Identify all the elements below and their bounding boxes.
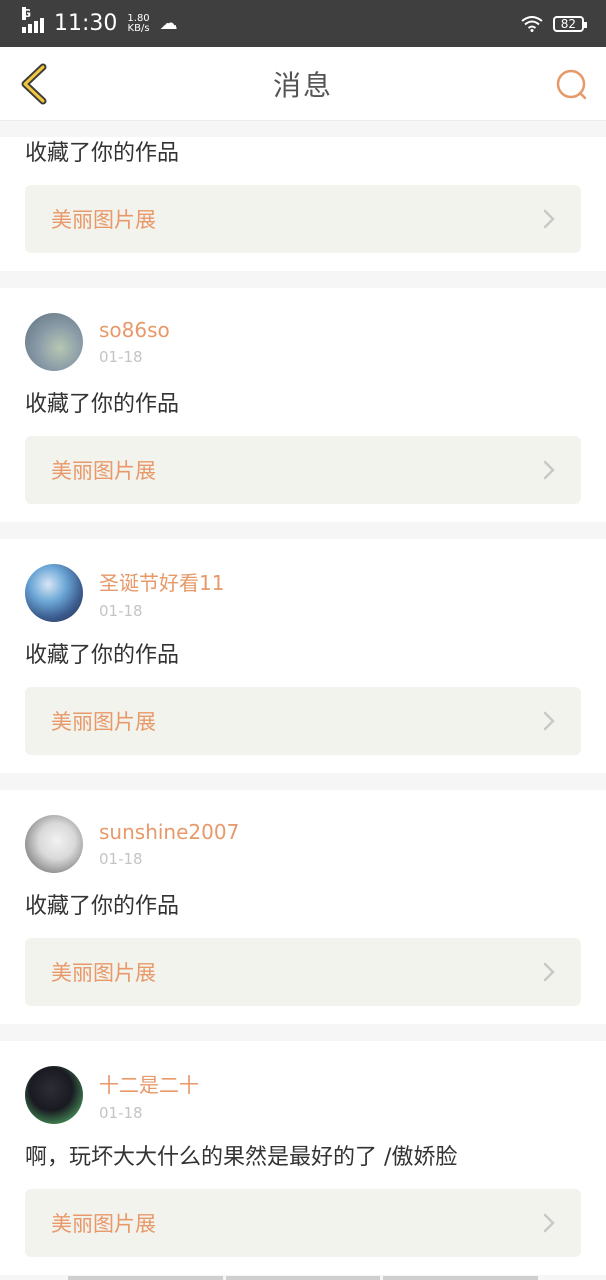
user-row[interactable]: 圣诞节好看11 01-18 — [25, 539, 581, 623]
back-button[interactable] — [14, 61, 54, 107]
message-text: 收藏了你的作品 — [25, 643, 180, 668]
work-title: 美丽图片展 — [51, 710, 156, 734]
signal-icon: G — [22, 6, 44, 33]
page-title: 消息 — [272, 68, 333, 102]
status-left: G 11:30 1.80 KB/s ☁ — [22, 6, 178, 36]
clock: 11:30 — [54, 11, 118, 36]
message-text: 啊，玩坏大大什么的果然是最好的了 /傲娇脸 — [25, 1145, 458, 1170]
date: 01-18 — [99, 1103, 143, 1122]
avatar[interactable] — [25, 564, 83, 622]
work-title: 美丽图片展 — [51, 961, 156, 985]
tab-indicator-segment — [383, 1276, 539, 1280]
message-item: 十二是二十 01-18 啊，玩坏大大什么的果然是最好的了 /傲娇脸 美丽图片展 — [0, 1041, 606, 1275]
message-item: so86so 01-18 收藏了你的作品 美丽图片展 — [0, 288, 606, 522]
message-item: 收藏了你的作品 美丽图片展 — [0, 137, 606, 271]
work-link[interactable]: 美丽图片展 — [25, 938, 581, 1006]
chevron-right-icon — [543, 711, 555, 731]
message-text: 收藏了你的作品 — [25, 392, 180, 417]
chevron-right-icon — [543, 209, 555, 229]
message-item: 圣诞节好看11 01-18 收藏了你的作品 美丽图片展 — [0, 539, 606, 773]
work-title: 美丽图片展 — [51, 208, 156, 232]
search-icon — [556, 69, 587, 100]
avatar[interactable] — [25, 313, 83, 371]
username[interactable]: sunshine2007 — [99, 820, 239, 844]
work-link[interactable]: 美丽图片展 — [25, 436, 581, 504]
username[interactable]: 圣诞节好看11 — [99, 567, 224, 596]
work-link[interactable]: 美丽图片展 — [25, 1189, 581, 1257]
username[interactable]: so86so — [99, 318, 170, 342]
status-bar: G 11:30 1.80 KB/s ☁ 82 — [0, 0, 606, 47]
user-meta: 圣诞节好看11 01-18 — [99, 567, 224, 620]
date: 01-18 — [99, 850, 143, 868]
user-row[interactable]: 十二是二十 01-18 — [25, 1041, 581, 1125]
user-meta: so86so 01-18 — [99, 318, 170, 366]
message-item: sunshine2007 01-18 收藏了你的作品 美丽图片展 — [0, 790, 606, 1024]
header: 消息 — [0, 47, 606, 121]
search-button[interactable] — [552, 65, 592, 105]
username[interactable]: 十二是二十 — [99, 1069, 199, 1098]
user-meta: 十二是二十 01-18 — [99, 1069, 199, 1122]
status-right: 82 — [521, 15, 588, 32]
message-text: 收藏了你的作品 — [25, 141, 180, 166]
date: 01-18 — [99, 348, 143, 366]
cloud-icon: ☁ — [159, 13, 178, 34]
date: 01-18 — [99, 601, 143, 620]
avatar[interactable] — [25, 1066, 83, 1124]
user-meta: sunshine2007 01-18 — [99, 820, 239, 868]
wifi-icon — [521, 15, 543, 32]
battery-level: 82 — [560, 16, 576, 31]
tab-indicator-segment — [225, 1276, 381, 1280]
message-list[interactable]: 收藏了你的作品 美丽图片展 so86so 01-18 收藏了你的作品 美丽图片展 — [0, 121, 606, 1280]
chevron-right-icon — [543, 962, 555, 982]
network-type: G — [22, 6, 32, 20]
user-row[interactable]: so86so 01-18 — [25, 288, 581, 372]
work-link[interactable]: 美丽图片展 — [25, 687, 581, 755]
back-arrow-icon — [21, 63, 47, 105]
chevron-right-icon — [543, 1213, 555, 1233]
chevron-right-icon — [543, 460, 555, 480]
work-title: 美丽图片展 — [51, 459, 156, 483]
speed-unit: KB/s — [127, 22, 150, 34]
tab-indicator-segment — [68, 1276, 223, 1280]
speed-value: 1.80 — [127, 12, 150, 24]
message-text: 收藏了你的作品 — [25, 894, 180, 919]
network-speed: 1.80 KB/s — [127, 12, 150, 34]
bottom-tab-indicator — [68, 1276, 539, 1280]
battery-icon: 82 — [552, 15, 588, 32]
work-title: 美丽图片展 — [51, 1212, 156, 1236]
avatar[interactable] — [25, 815, 83, 873]
work-link[interactable]: 美丽图片展 — [25, 185, 581, 253]
user-row[interactable]: sunshine2007 01-18 — [25, 790, 581, 874]
